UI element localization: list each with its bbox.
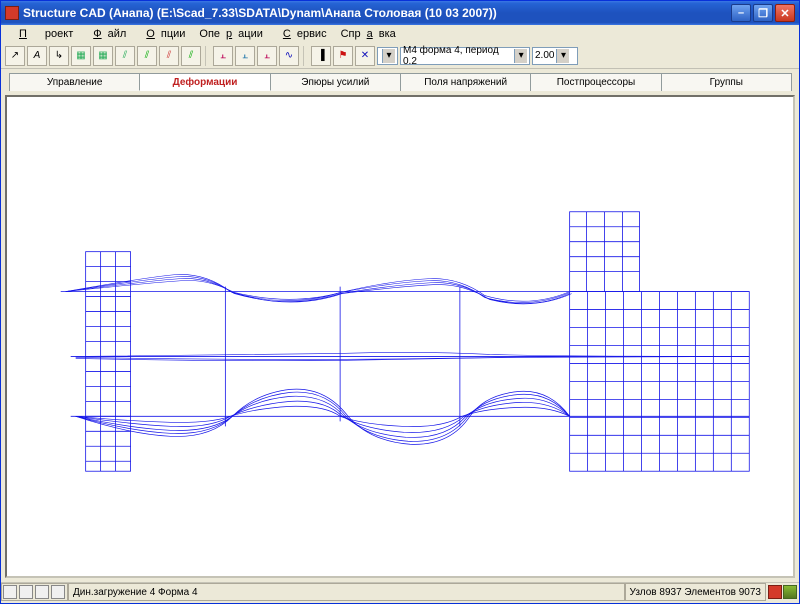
tool-crop-icon[interactable]: ↳: [49, 46, 69, 66]
tab-strip: Управление Деформации Эпюры усилий Поля …: [1, 69, 799, 91]
menu-help[interactable]: Справка: [335, 27, 402, 41]
status-icon-pane: [1, 583, 68, 601]
tray-icon-2[interactable]: [783, 585, 797, 599]
status-bar: Дин.загружение 4 Форма 4 Узлов 8937 Элем…: [1, 582, 799, 601]
toolbar: ↗ A ↳ ▦ ▦ ⫽ ⫽ ⫽ ⫽ ⫠ ⫠ ⫠ ∿ ▐ ⚑ ✕ ▾ M4 фор…: [1, 43, 799, 69]
menu-service[interactable]: Сервис: [271, 27, 333, 41]
mode-combo[interactable]: M4 форма 4, период 0.2▾: [400, 47, 530, 65]
tool-grid1-icon[interactable]: ▦: [71, 46, 91, 66]
tool-arrow-combo[interactable]: ▾: [377, 47, 398, 65]
menu-project[interactable]: Проект: [7, 27, 79, 41]
viewport[interactable]: [5, 95, 795, 578]
minimize-button[interactable]: –: [731, 4, 751, 22]
toolbar-separator: [205, 46, 209, 66]
tab-deformations[interactable]: Деформации: [139, 73, 270, 91]
chevron-down-icon: ▾: [514, 49, 527, 63]
app-icon: [5, 6, 19, 20]
maximize-button[interactable]: ❐: [753, 4, 773, 22]
mode-combo-value: M4 форма 4, период 0.2: [403, 45, 512, 67]
tool-chart1-icon[interactable]: ⫠: [213, 46, 233, 66]
title-bar: Structure CAD (Анапа) (E:\Scad_7.33\SDAT…: [1, 1, 799, 25]
menu-operations[interactable]: Операции: [193, 27, 268, 41]
status-icon-4[interactable]: [51, 585, 65, 599]
tool-flag-icon[interactable]: ⚑: [333, 46, 353, 66]
tool-x-icon[interactable]: ✕: [355, 46, 375, 66]
tab-postprocessors[interactable]: Постпроцессоры: [530, 73, 661, 91]
tool-hatch4-icon[interactable]: ⫽: [181, 46, 201, 66]
scale-combo-value: 2.00: [535, 50, 554, 61]
status-right-text: Узлов 8937 Элементов 9073: [630, 587, 761, 598]
tray-icon-1[interactable]: [768, 585, 782, 599]
tab-diagrams[interactable]: Эпюры усилий: [270, 73, 401, 91]
scale-combo[interactable]: 2.00▾: [532, 47, 578, 65]
status-icon-3[interactable]: [35, 585, 49, 599]
menu-options[interactable]: Опции: [134, 27, 191, 41]
menu-bar: Проект Файл Опции Операции Сервис Справк…: [1, 25, 799, 43]
tool-hatch2-icon[interactable]: ⫽: [137, 46, 157, 66]
tab-groups[interactable]: Группы: [661, 73, 792, 91]
tool-wave-icon[interactable]: ∿: [279, 46, 299, 66]
status-left-text: Дин.загружение 4 Форма 4: [73, 587, 198, 598]
tool-arrow-icon[interactable]: ↗: [5, 46, 25, 66]
status-tray: [766, 585, 799, 599]
deformation-plot: [7, 97, 793, 576]
status-icon-1[interactable]: [3, 585, 17, 599]
canvas-area: [1, 91, 799, 582]
menu-file[interactable]: Файл: [81, 27, 132, 41]
tool-chart3-icon[interactable]: ⫠: [257, 46, 277, 66]
tab-stress-fields[interactable]: Поля напряжений: [400, 73, 531, 91]
tool-a-icon[interactable]: A: [27, 46, 47, 66]
tool-hatch1-icon[interactable]: ⫽: [115, 46, 135, 66]
tool-chart2-icon[interactable]: ⫠: [235, 46, 255, 66]
tool-hatch3-icon[interactable]: ⫽: [159, 46, 179, 66]
window-title: Structure CAD (Анапа) (E:\Scad_7.33\SDAT…: [23, 6, 731, 20]
chevron-down-icon: ▾: [556, 49, 569, 63]
tool-door-icon[interactable]: ▐: [311, 46, 331, 66]
status-left-pane: Дин.загружение 4 Форма 4: [68, 583, 625, 601]
tab-control[interactable]: Управление: [9, 73, 140, 91]
status-icon-2[interactable]: [19, 585, 33, 599]
tool-grid2-icon[interactable]: ▦: [93, 46, 113, 66]
status-right-pane: Узлов 8937 Элементов 9073: [625, 583, 766, 601]
close-button[interactable]: ✕: [775, 4, 795, 22]
toolbar-separator: [303, 46, 307, 66]
